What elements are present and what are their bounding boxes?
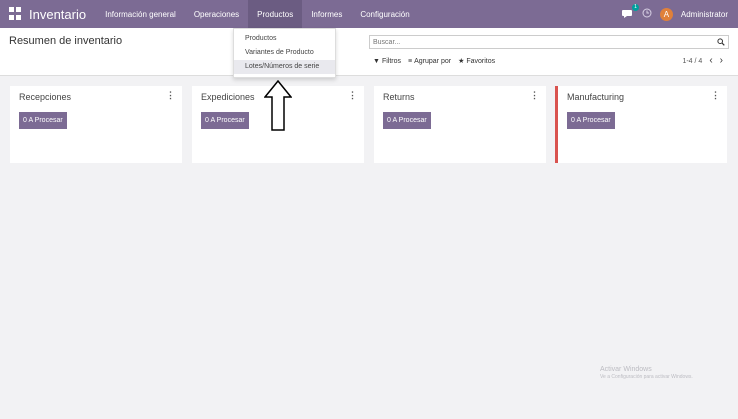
kebab-menu-icon[interactable]: ⋮: [530, 90, 539, 101]
nav-configuracion[interactable]: Configuración: [351, 0, 418, 28]
search-input[interactable]: [370, 38, 717, 46]
nav-productos[interactable]: Productos: [248, 0, 303, 28]
nav-informes[interactable]: Informes: [302, 0, 351, 28]
pager: 1-4 / 4 ‹ ›: [682, 56, 723, 66]
pager-next-icon[interactable]: ›: [720, 56, 723, 66]
watermark-subtitle: Ve a Configuración para activar Windows.: [600, 374, 693, 380]
windows-watermark: Activar Windows Ve a Configuración para …: [600, 366, 693, 380]
systray: 1 A Administrator: [621, 4, 738, 21]
search-options: ▼ Filtros ≡ Agrupar por ★ Favoritos: [373, 57, 495, 66]
to-process-button[interactable]: 0 A Procesar: [201, 112, 249, 129]
dropdown-item-lotes[interactable]: Lotes/Números de serie: [234, 60, 335, 74]
card-title[interactable]: Recepciones: [19, 92, 71, 102]
page-title: Resumen de inventario: [9, 35, 123, 47]
pager-value[interactable]: 1-4 / 4: [682, 58, 702, 65]
search-bar: [369, 35, 729, 49]
to-process-button[interactable]: 0 A Procesar: [383, 112, 431, 129]
to-process-button[interactable]: 0 A Procesar: [19, 112, 67, 129]
pager-prev-icon[interactable]: ‹: [709, 56, 712, 66]
dropdown-item-variantes[interactable]: Variantes de Producto: [234, 46, 335, 60]
watermark-title: Activar Windows: [600, 366, 652, 373]
apps-menu-icon[interactable]: [9, 7, 23, 21]
filter-icon: ▼: [373, 57, 380, 65]
user-avatar[interactable]: A: [659, 7, 673, 21]
card-title[interactable]: Manufacturing: [567, 92, 624, 102]
star-icon: ★: [458, 58, 465, 65]
card-title[interactable]: Returns: [383, 92, 415, 102]
kebab-menu-icon[interactable]: ⋮: [348, 90, 357, 101]
favorites-button[interactable]: ★ Favoritos: [458, 57, 495, 66]
groupby-button[interactable]: ≡ Agrupar por: [408, 57, 451, 65]
card-title[interactable]: Expediciones: [201, 92, 255, 102]
filters-button[interactable]: ▼ Filtros: [373, 57, 401, 65]
card-returns: Returns ⋮ 0 A Procesar: [374, 86, 546, 163]
nav-operaciones[interactable]: Operaciones: [185, 0, 248, 28]
kebab-menu-icon[interactable]: ⋮: [711, 90, 720, 101]
user-name[interactable]: Administrator: [681, 10, 728, 19]
up-arrow-icon: [264, 80, 292, 131]
activity-clock-icon[interactable]: [642, 8, 652, 20]
kebab-menu-icon[interactable]: ⋮: [166, 90, 175, 101]
chat-badge: 1: [632, 4, 639, 11]
card-recepciones: Recepciones ⋮ 0 A Procesar: [10, 86, 182, 163]
to-process-button[interactable]: 0 A Procesar: [567, 112, 615, 129]
chat-icon[interactable]: 1: [621, 4, 639, 20]
productos-dropdown: Productos Variantes de Producto Lotes/Nú…: [233, 28, 336, 78]
top-navbar: Inventario Información general Operacion…: [0, 0, 738, 28]
search-icon[interactable]: [717, 33, 728, 51]
dropdown-item-productos[interactable]: Productos: [234, 32, 335, 46]
groupby-icon: ≡: [408, 57, 413, 65]
control-panel: Resumen de inventario ▼Filtros ≡Agrupar …: [0, 28, 738, 76]
nav-informacion-general[interactable]: Información general: [96, 0, 185, 28]
app-brand[interactable]: Inventario: [29, 7, 86, 22]
card-manufacturing: Manufacturing ⋮ 0 A Procesar: [555, 86, 727, 163]
